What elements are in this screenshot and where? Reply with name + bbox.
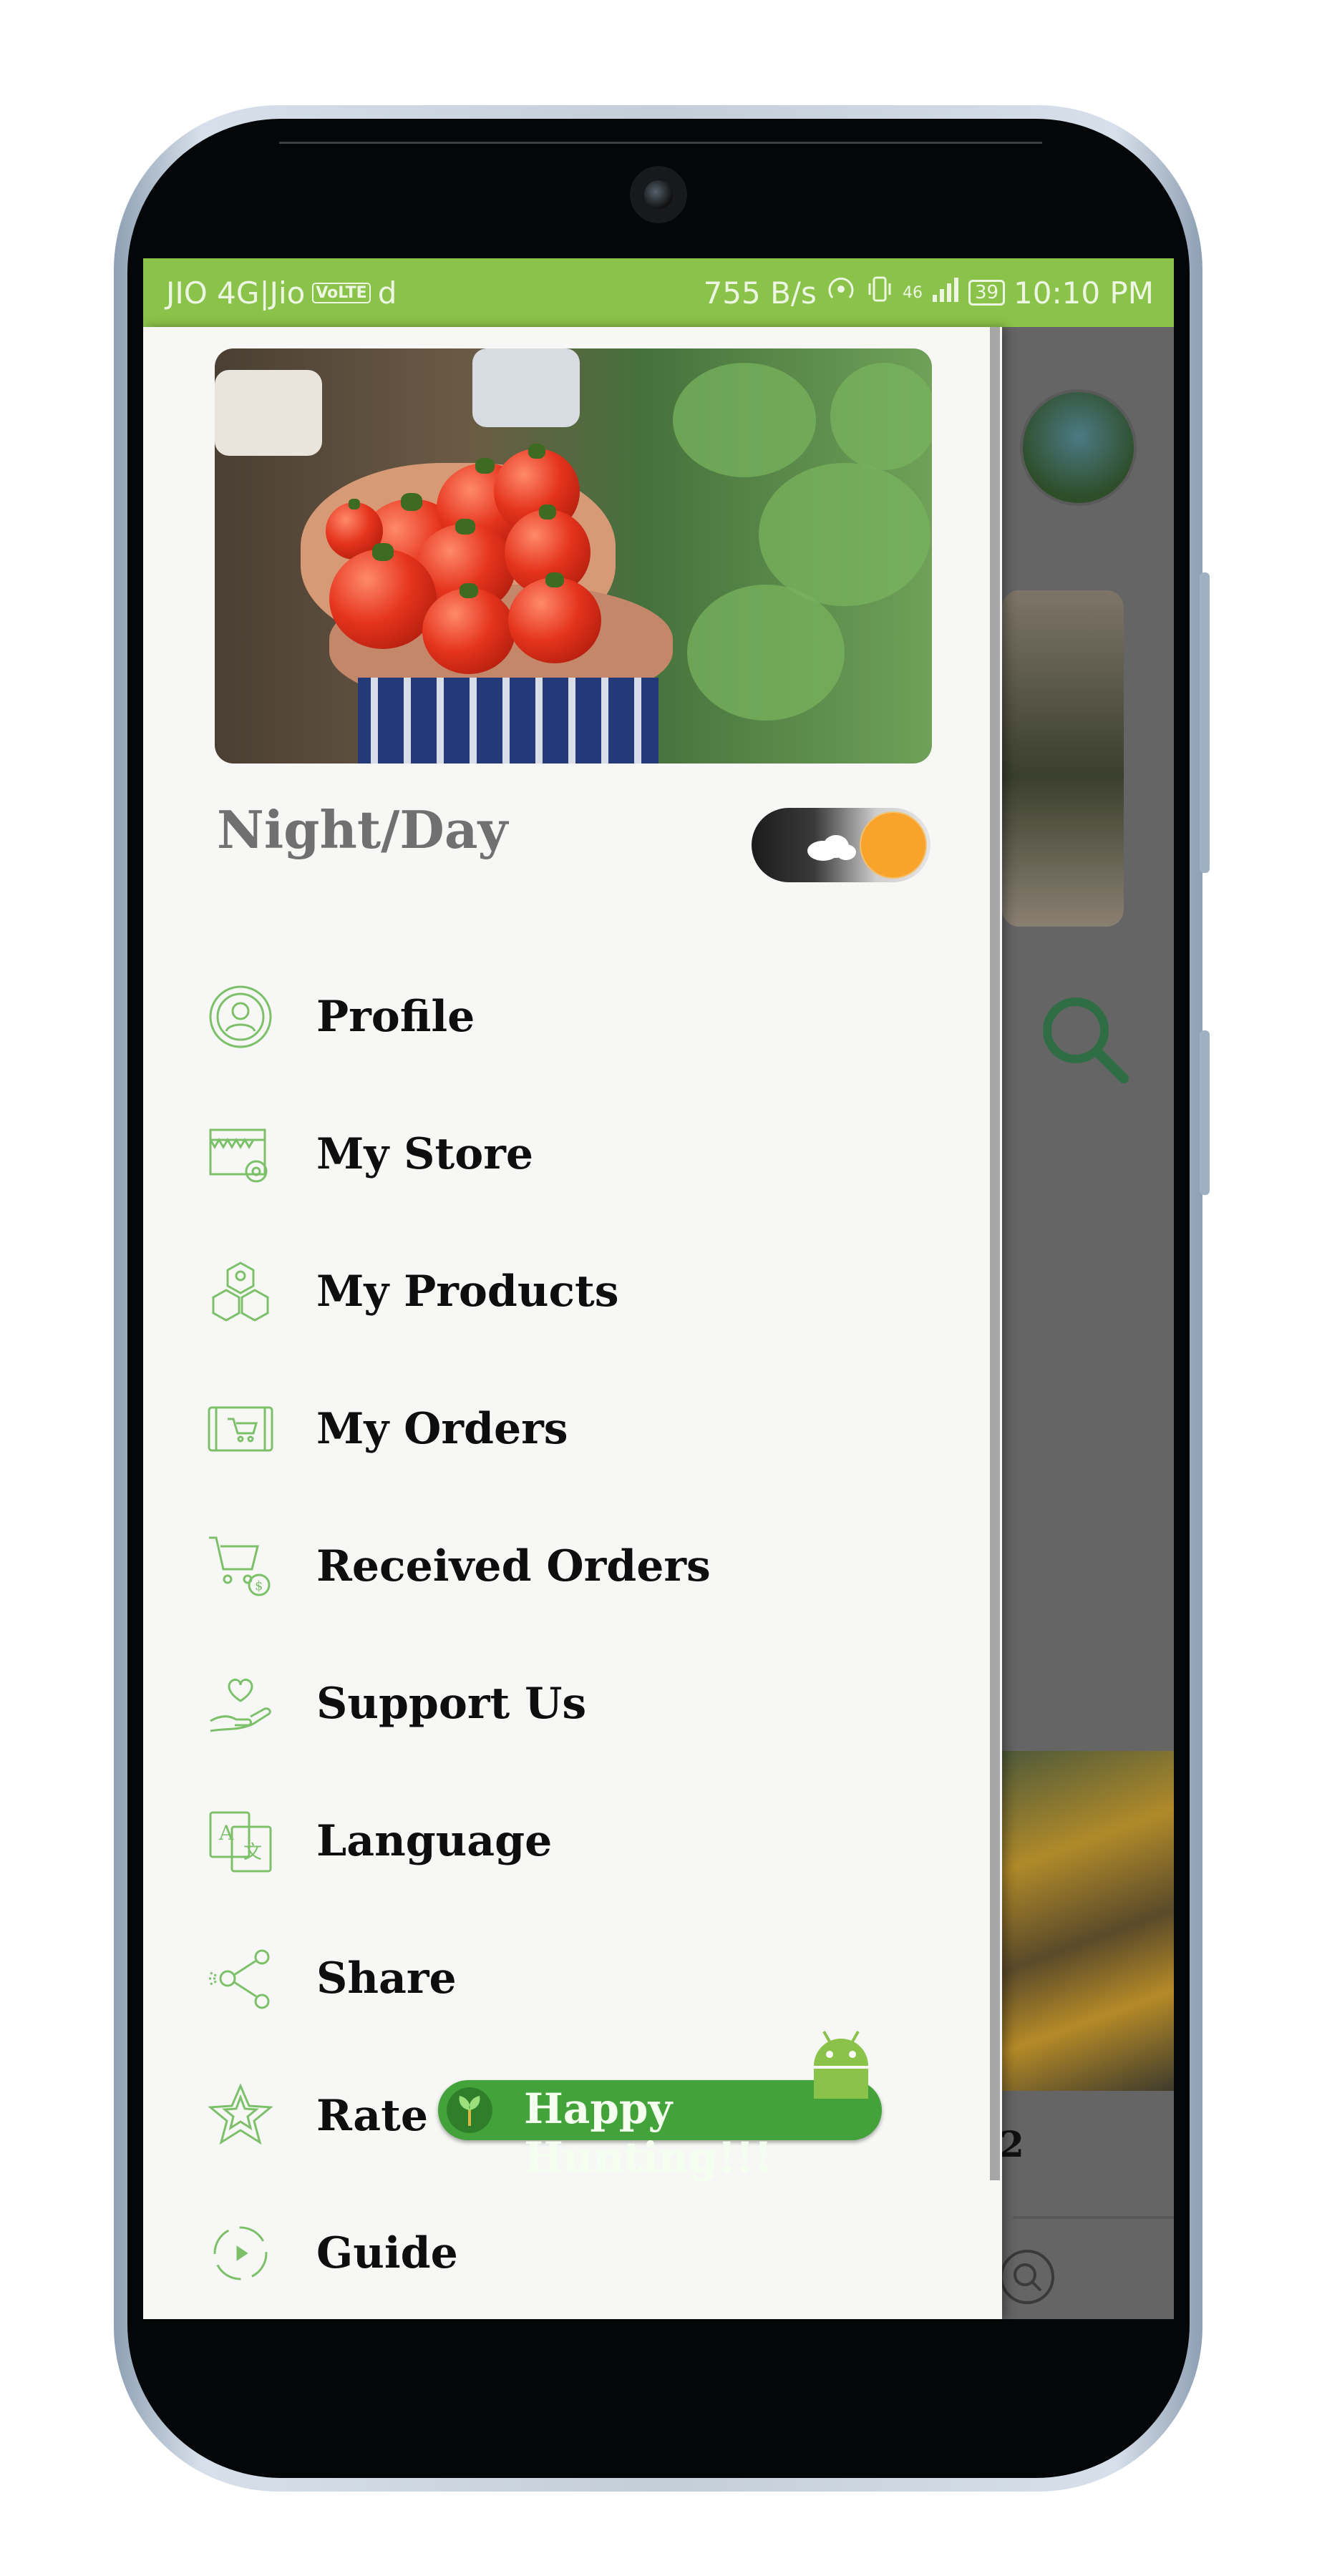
battery-icon: 39 [968,280,1006,306]
guide-icon [206,2219,275,2288]
menu-label: Received Orders [316,1541,711,1591]
menu-label: Guide [316,2228,458,2278]
background-product-image [1002,1751,1174,2091]
menu-item-support-us[interactable]: Support Us [143,1650,988,1757]
cloud-icon [807,835,856,861]
svg-text:$: $ [255,1579,263,1594]
app-logo-icon [447,2087,492,2133]
android-icon [807,2027,875,2099]
svg-text:文: 文 [243,1842,262,1863]
menu-item-my-store[interactable]: My Store [143,1101,988,1208]
toggle-knob[interactable] [860,811,927,879]
front-camera [630,166,687,223]
menu-item-guide[interactable]: Guide [143,2200,988,2307]
svg-text:A: A [218,1821,234,1845]
status-bar: JIO 4G|Jio VoLTE d 755 B/s 46 39 10:10 P… [143,258,1174,327]
search-icon [1034,989,1134,1092]
menu-item-profile[interactable]: Profile [143,963,988,1070]
language-icon: A文 [206,1807,275,1875]
night-day-label: Night/Day [217,799,508,860]
carrier-text: JIO 4G|Jio [166,275,306,311]
background-banner [1002,590,1124,927]
products-icon [206,1257,275,1326]
volte-icon: VoLTE [312,282,371,303]
menu-label: Language [316,1816,553,1866]
net-speed: 755 B/s [703,275,817,311]
power-button [1200,1030,1210,1195]
nav-search-icon [995,2245,1059,2312]
clock: 10:10 PM [1014,275,1154,311]
menu-label: My Store [316,1129,534,1179]
header-image [215,348,932,763]
menu-label: Share [316,1953,457,2004]
hotspot-icon [825,273,857,312]
menu-label: My Products [316,1267,619,1317]
share-icon [206,1944,275,2013]
profile-icon [206,982,275,1051]
volume-button [1200,572,1210,873]
menu-label: Profile [316,992,475,1042]
navigation-drawer: Night/Day Profile My Store My Products M… [143,327,1002,2319]
divider [1013,2216,1174,2219]
star-icon [206,2082,275,2150]
status-extra: d [377,275,397,311]
menu-label: Support Us [316,1679,587,1729]
avatar [1020,389,1137,506]
received-orders-icon: $ [206,1532,275,1601]
network-type: 46 [902,283,923,302]
menu-item-received-orders[interactable]: $ Received Orders [143,1513,988,1620]
orders-icon [206,1395,275,1463]
signal-icon [931,275,960,311]
menu-label: My Orders [316,1404,568,1454]
scrollbar[interactable] [990,327,1000,2180]
menu-item-language[interactable]: A文 Language [143,1787,988,1895]
support-icon [206,1669,275,1738]
night-day-toggle[interactable] [752,808,930,882]
menu-item-my-products[interactable]: My Products [143,1238,988,1345]
earpiece [279,142,1042,144]
vibrate-icon [865,273,894,312]
menu-item-my-orders[interactable]: My Orders [143,1375,988,1483]
store-icon [206,1120,275,1189]
toast-text: Happy Hunting!!! [524,2084,773,2182]
screen: JIO 4G|Jio VoLTE d 755 B/s 46 39 10:10 P… [143,258,1174,2319]
menu-item-share[interactable]: Share [143,1925,988,2032]
background-text: 2 [999,2123,1024,2165]
